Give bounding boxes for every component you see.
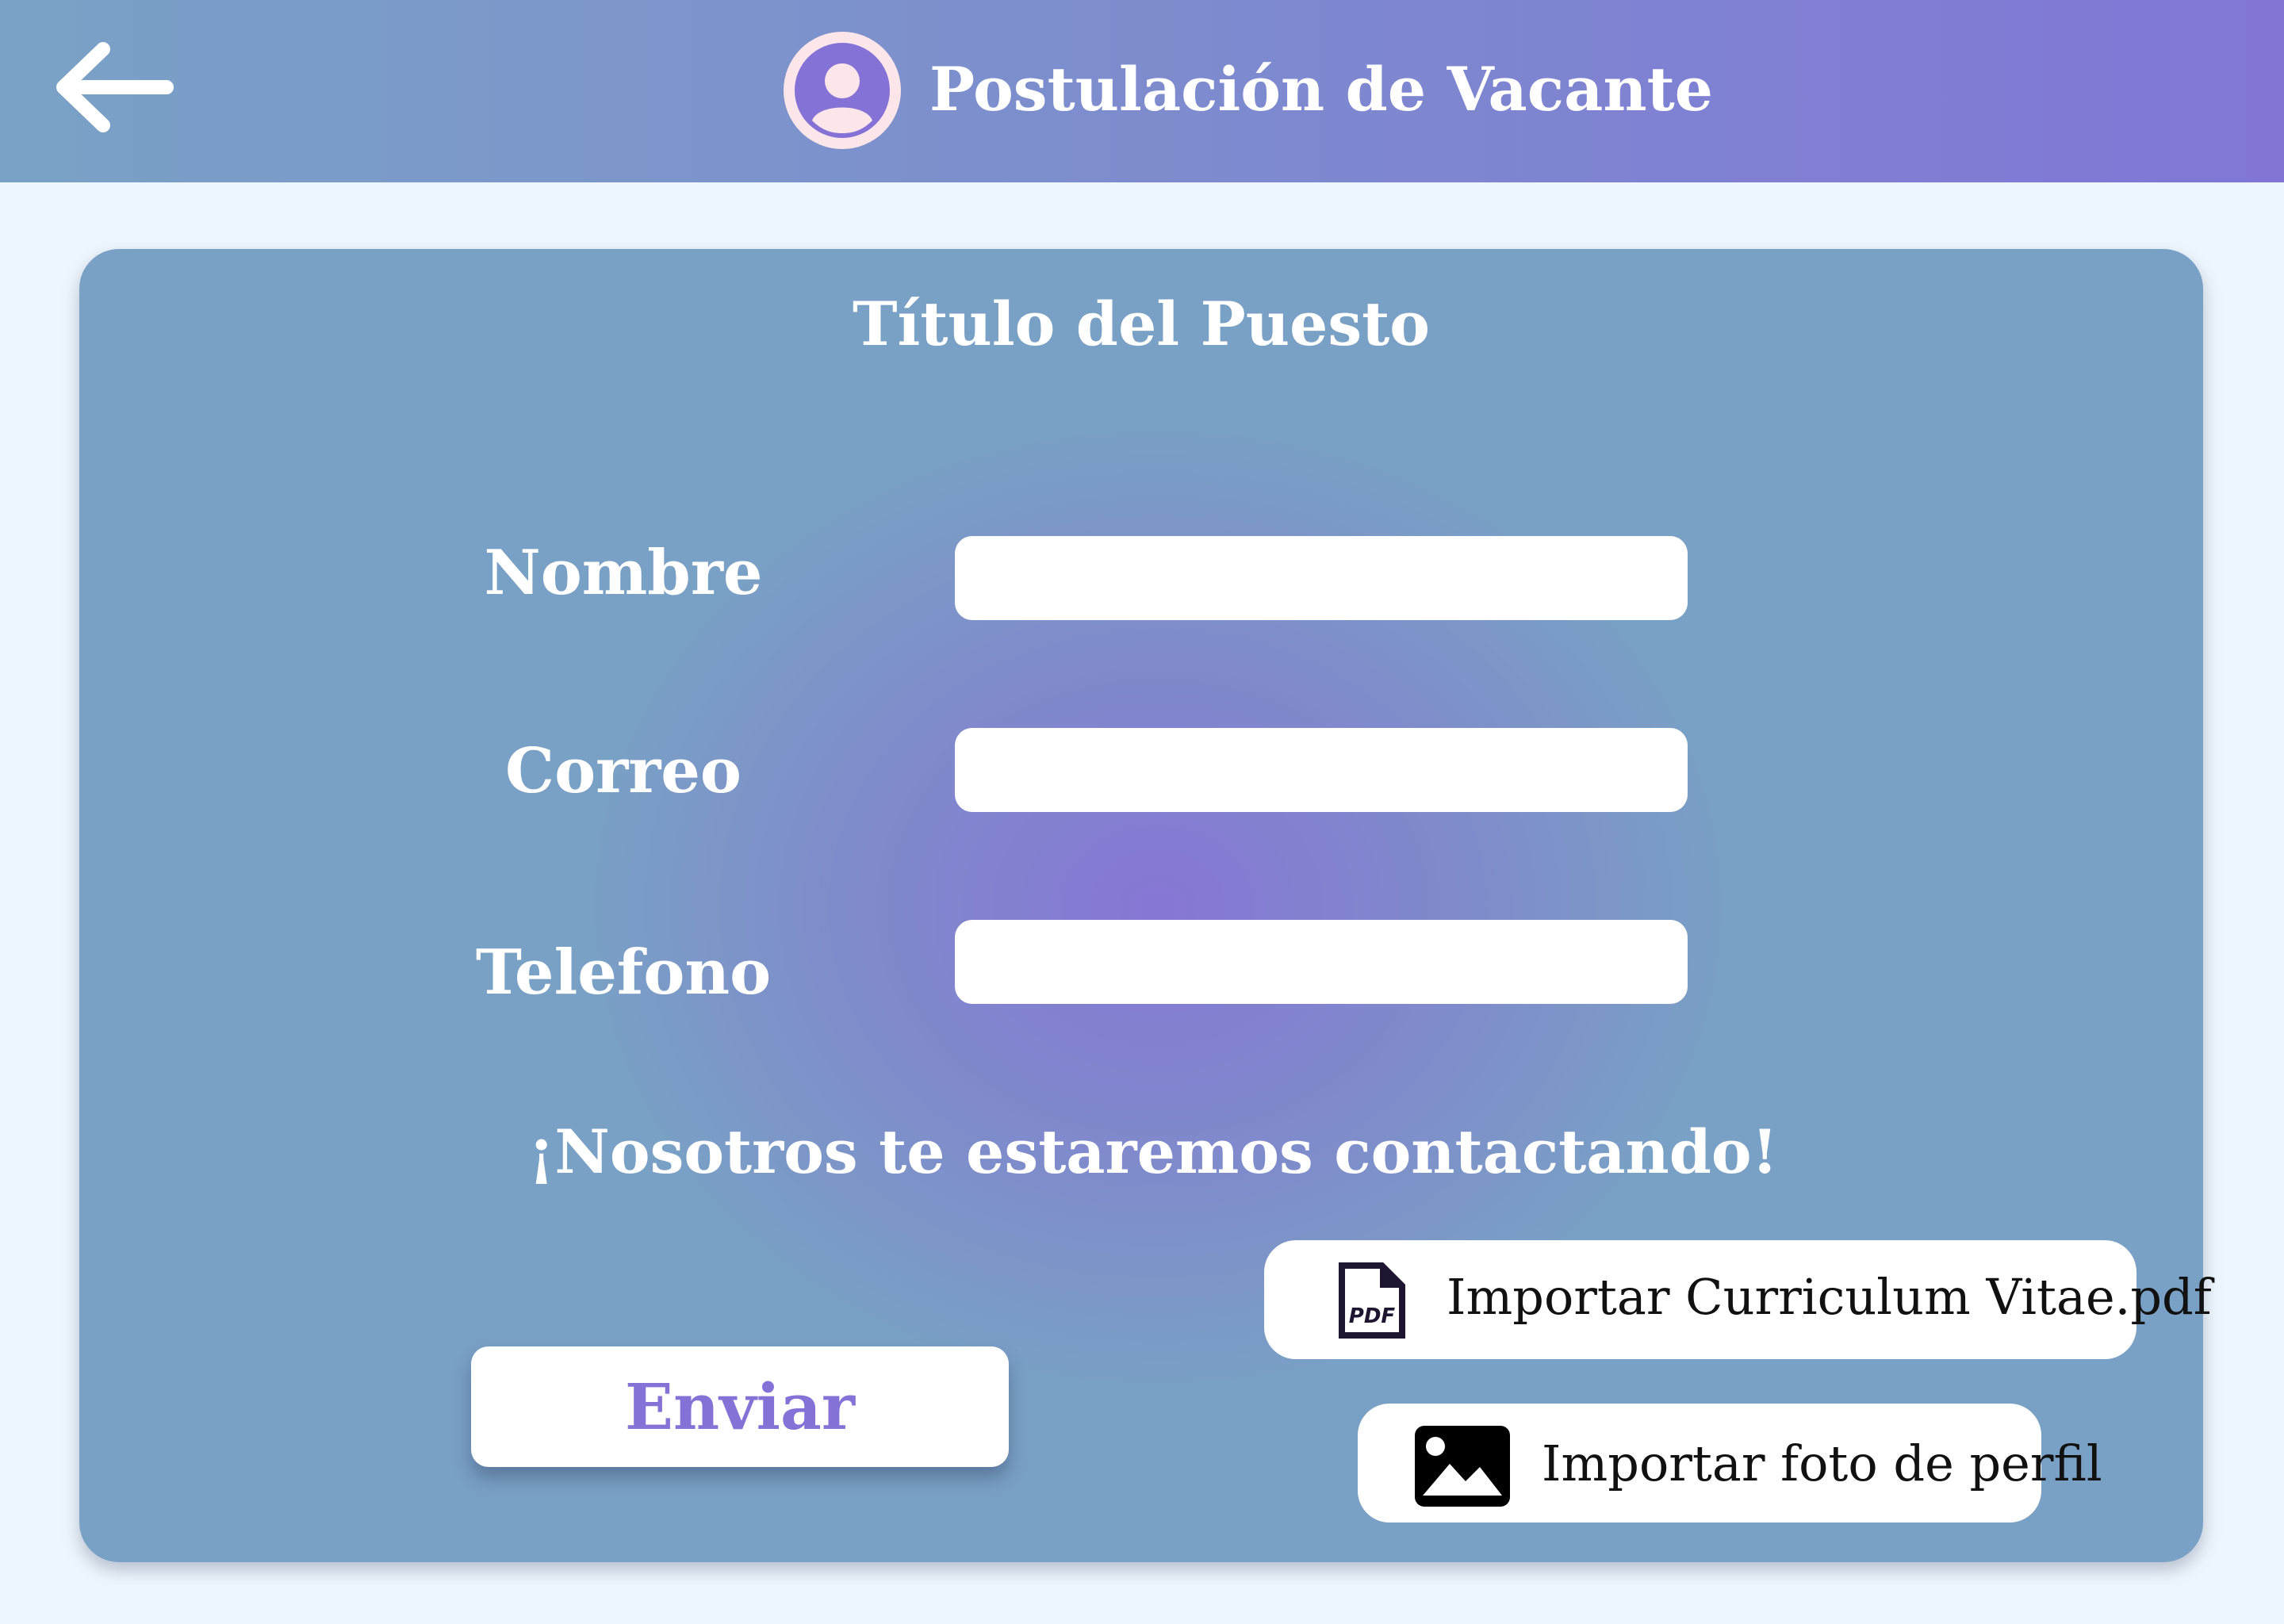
arrow-left-icon xyxy=(56,42,174,132)
phone-label: Telefono xyxy=(475,936,772,1009)
import-photo-label: Importar foto de perfil xyxy=(1542,1434,2102,1492)
application-form-card: Título del Puesto Nombre Correo Telefono… xyxy=(79,249,2212,1562)
name-label: Nombre xyxy=(484,537,763,609)
back-button[interactable] xyxy=(40,32,182,143)
phone-input[interactable] xyxy=(955,920,1688,1004)
import-cv-button[interactable]: PDF Importar Curriculum Vitae.pdf xyxy=(1264,1240,2212,1359)
job-title: Título del Puesto xyxy=(853,289,1430,359)
svg-text:PDF: PDF xyxy=(1349,1304,1396,1328)
contact-message: ¡Nosotros te estaremos contactando! xyxy=(528,1116,1778,1187)
user-avatar-icon xyxy=(784,32,901,149)
page-title: Postulación de Vacante xyxy=(929,54,1714,124)
name-input[interactable] xyxy=(955,536,1688,620)
pdf-file-icon: PDF xyxy=(1339,1262,1405,1339)
import-photo-button[interactable]: Importar foto de perfil xyxy=(1358,1404,2102,1522)
send-button[interactable]: Enviar xyxy=(471,1346,1009,1467)
email-input[interactable] xyxy=(955,728,1688,812)
import-cv-label: Importar Curriculum Vitae.pdf xyxy=(1447,1268,2212,1326)
email-label: Correo xyxy=(505,735,742,807)
image-icon xyxy=(1415,1426,1510,1507)
app-header: Postulación de Vacante xyxy=(0,0,2284,182)
